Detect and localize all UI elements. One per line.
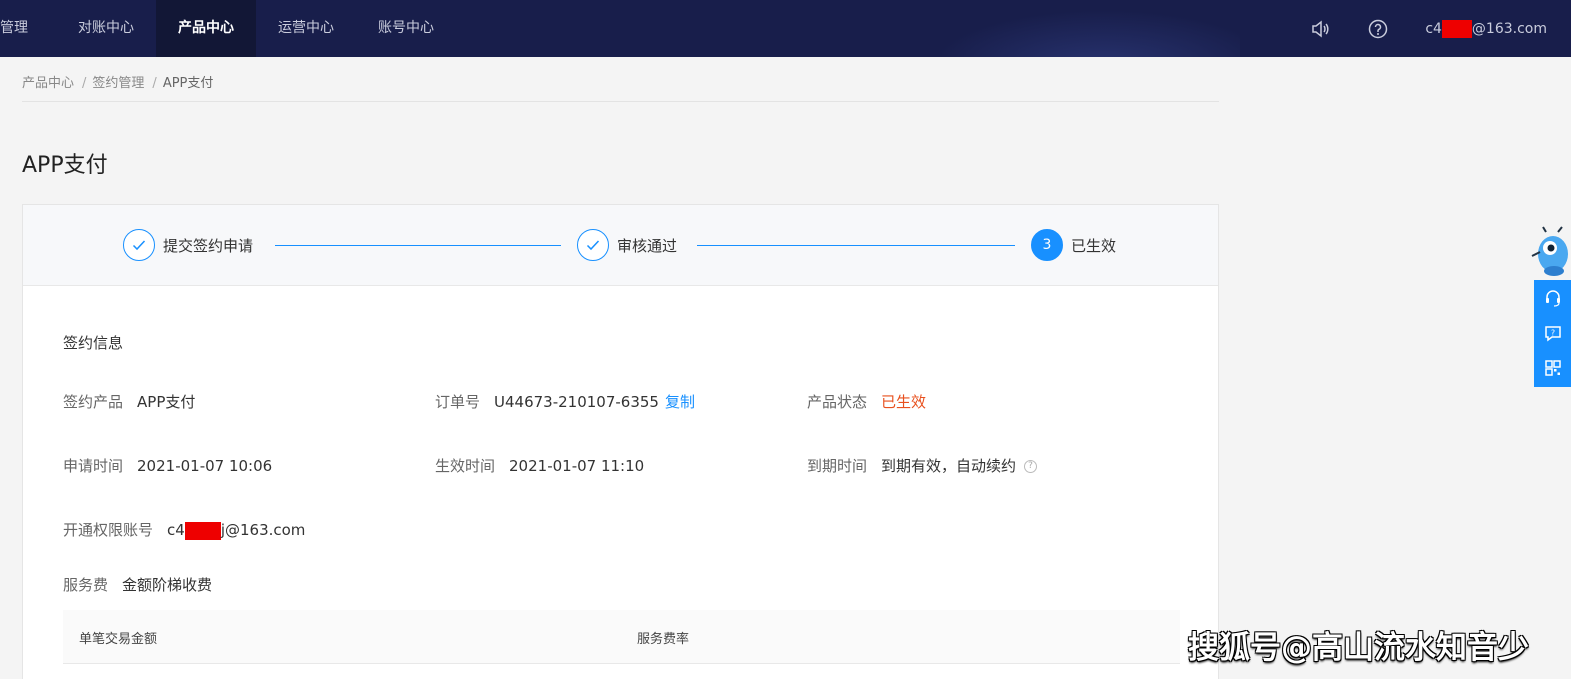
speaker-icon[interactable] <box>1309 18 1331 40</box>
copy-link[interactable]: 复制 <box>665 393 695 411</box>
field-product-status: 产品状态 已生效 <box>807 391 926 412</box>
status-text: 已生效 <box>881 393 927 411</box>
account-prefix: c4 <box>167 521 185 539</box>
breadcrumb: 产品中心 / 签约管理 / APP支付 <box>22 72 219 91</box>
column-header-rate: 服务费率 <box>637 632 690 647</box>
user-email-prefix: c4 <box>1425 20 1442 37</box>
field-expire-time: 到期时间 到期有效，自动续约? <box>807 455 1038 476</box>
mascot-icon[interactable] <box>1528 226 1571 282</box>
field-label: 订单号 <box>435 393 481 411</box>
field-value: U44673-210107-6355 <box>494 393 659 411</box>
field-effective-time: 生效时间 2021-01-07 11:10 <box>435 455 644 476</box>
breadcrumb-item-products[interactable]: 产品中心 <box>22 76 74 91</box>
watermark-text: 搜狐号@高山流水知音少 <box>1188 630 1529 666</box>
signing-card: 提交签约申请 审核通过 3 已生效 签约信息 签约产品 APP支付 订单号 U446… <box>22 204 1219 679</box>
feedback-icon[interactable]: ? <box>1534 315 1571 350</box>
field-account: 开通权限账号 c4 j@163.com <box>63 519 305 540</box>
step-connector <box>697 245 1015 246</box>
breadcrumb-separator: / <box>152 76 157 91</box>
step-connector <box>275 245 561 246</box>
field-label: 签约产品 <box>63 393 124 411</box>
field-service-fee: 服务费 金额阶梯收费 <box>63 574 212 595</box>
step-label-effective: 已生效 <box>1071 237 1117 255</box>
nav-item-account[interactable]: 账号中心 <box>356 0 456 57</box>
field-value: 到期有效，自动续约 <box>881 457 1017 475</box>
field-label: 服务费 <box>63 576 109 594</box>
nav-item-reconciliation[interactable]: 对账中心 <box>56 0 156 57</box>
customer-service-icon[interactable] <box>1534 280 1571 315</box>
redaction-mark <box>1441 19 1472 38</box>
field-label: 产品状态 <box>807 393 868 411</box>
field-label: 到期时间 <box>807 457 868 475</box>
nav-item-fund-management[interactable]: 金管理 <box>0 0 56 57</box>
main-nav: 金管理 对账中心 产品中心 运营中心 账号中心 <box>0 0 456 57</box>
field-value: APP支付 <box>137 393 196 411</box>
section-title: 签约信息 <box>63 334 124 352</box>
field-value: 2021-01-07 11:10 <box>509 457 645 475</box>
field-label: 生效时间 <box>435 457 496 475</box>
field-product: 签约产品 APP支付 <box>63 391 195 412</box>
breadcrumb-separator: / <box>82 76 87 91</box>
field-value: 金额阶梯收费 <box>122 576 213 594</box>
user-account-menu[interactable]: c4 @163.com <box>1425 19 1547 38</box>
account-suffix: j@163.com <box>220 521 306 539</box>
user-email-suffix: @163.com <box>1471 20 1547 37</box>
check-icon <box>123 229 155 261</box>
floating-sidebar: ? <box>1534 280 1571 387</box>
field-order-number: 订单号 U44673-210107-6355 复制 <box>435 391 695 412</box>
page-title: APP支付 <box>22 153 108 178</box>
breadcrumb-item-signing[interactable]: 签约管理 <box>92 76 144 91</box>
progress-steps: 提交签约申请 审核通过 3 已生效 <box>23 205 1218 286</box>
help-icon[interactable] <box>1367 18 1389 40</box>
check-icon <box>577 229 609 261</box>
field-value: 2021-01-07 10:06 <box>137 457 273 475</box>
svg-text:?: ? <box>1550 328 1554 337</box>
field-label: 开通权限账号 <box>63 521 154 539</box>
nav-item-products[interactable]: 产品中心 <box>156 0 256 57</box>
topbar-actions: c4 @163.com <box>1309 0 1547 57</box>
column-header-amount: 单笔交易金额 <box>79 632 158 647</box>
nav-item-operations[interactable]: 运营中心 <box>256 0 356 57</box>
step-label-approved: 审核通过 <box>617 237 678 255</box>
redaction-mark <box>184 521 221 540</box>
question-icon[interactable]: ? <box>1024 460 1038 473</box>
qr-code-icon[interactable] <box>1534 350 1571 385</box>
top-navigation-bar: 金管理 对账中心 产品中心 运营中心 账号中心 c4 @163.com <box>0 0 1571 57</box>
breadcrumb-divider <box>22 101 1219 102</box>
step-label-submit: 提交签约申请 <box>163 237 254 255</box>
fee-table-header: 单笔交易金额 服务费率 <box>63 610 1180 664</box>
step-number-badge: 3 <box>1031 229 1063 261</box>
field-apply-time: 申请时间 2021-01-07 10:06 <box>63 455 272 476</box>
field-label: 申请时间 <box>63 457 124 475</box>
header-decoration <box>900 0 1240 57</box>
breadcrumb-item-current: APP支付 <box>162 76 214 91</box>
